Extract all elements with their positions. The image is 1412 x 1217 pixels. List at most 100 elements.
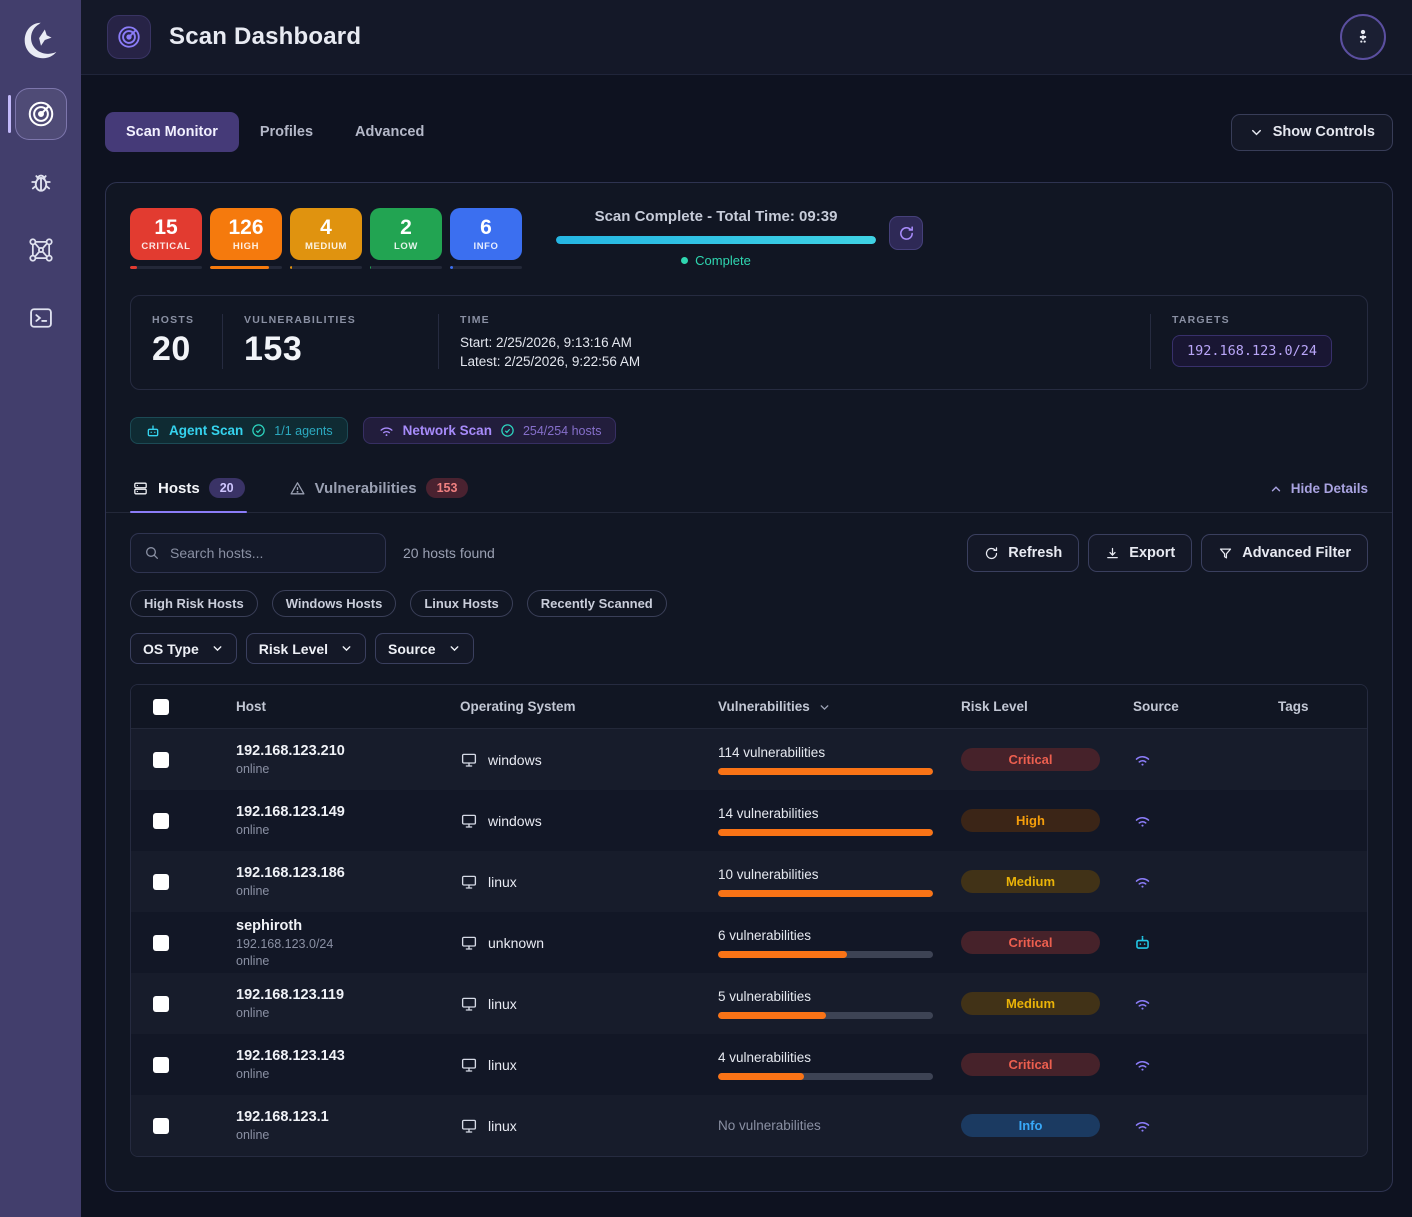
hosts-count: 20	[152, 330, 222, 369]
agent-scan-badge[interactable]: Agent Scan 1/1 agents	[130, 417, 348, 444]
monitor-icon	[460, 751, 478, 769]
download-icon	[1105, 546, 1120, 561]
row-checkbox[interactable]	[153, 813, 169, 829]
tab-vulnerabilities[interactable]: Vulnerabilities 153	[287, 468, 471, 512]
table-row[interactable]: 192.168.123.119 online linux 5 vulnerabi…	[131, 973, 1367, 1034]
filter-selects: OS Type Risk Level Source	[106, 617, 1392, 664]
host-status: online	[236, 1128, 460, 1142]
vuln-count-label: 5 vulnerabilities	[718, 989, 961, 1004]
severity-critical[interactable]: 15CRITICAL	[130, 208, 202, 269]
user-avatar[interactable]	[1340, 14, 1386, 60]
row-checkbox[interactable]	[153, 996, 169, 1012]
table-row[interactable]: 192.168.123.1 online linux No vulnerabil…	[131, 1095, 1367, 1156]
vuln-count-label: 14 vulnerabilities	[718, 806, 961, 821]
hide-details-button[interactable]: Hide Details	[1269, 481, 1368, 512]
sidebar-item-network[interactable]	[15, 224, 67, 276]
chip-windows-hosts[interactable]: Windows Hosts	[272, 590, 397, 617]
chip-linux-hosts[interactable]: Linux Hosts	[410, 590, 512, 617]
chevron-down-icon	[1249, 125, 1264, 140]
tab-hosts[interactable]: Hosts 20	[130, 468, 247, 512]
target-cidr-chip[interactable]: 192.168.123.0/24	[1172, 335, 1332, 367]
os-type-select[interactable]: OS Type	[130, 633, 237, 664]
severity-info[interactable]: 6INFO	[450, 208, 522, 269]
table-row[interactable]: 192.168.123.210 online windows 114 vulne…	[131, 729, 1367, 790]
warning-triangle-icon	[289, 480, 306, 497]
wifi-icon	[1133, 872, 1278, 891]
refresh-button[interactable]: Refresh	[967, 534, 1079, 572]
row-checkbox[interactable]	[153, 1118, 169, 1134]
vuln-bar	[718, 890, 933, 897]
scan-progress-track	[556, 236, 876, 244]
risk-badge: Medium	[961, 870, 1100, 893]
row-checkbox[interactable]	[153, 752, 169, 768]
vuln-bar	[718, 829, 933, 836]
vulnerabilities-count: 153	[244, 330, 438, 369]
scan-state: Complete	[556, 253, 876, 268]
host-name: 192.168.123.1	[236, 1109, 460, 1125]
wifi-icon	[1133, 750, 1278, 769]
advanced-filter-button[interactable]: Advanced Filter	[1201, 534, 1368, 572]
search-input[interactable]	[170, 545, 372, 561]
col-source[interactable]: Source	[1133, 699, 1278, 714]
severity-high-bar	[210, 266, 282, 269]
chip-high-risk-hosts[interactable]: High Risk Hosts	[130, 590, 258, 617]
severity-low[interactable]: 2LOW	[370, 208, 442, 269]
sidebar-item-scan[interactable]	[15, 88, 67, 140]
nav-tabs-row: Scan Monitor Profiles Advanced Show Cont…	[105, 112, 1393, 152]
host-status: online	[236, 884, 460, 898]
sidebar	[0, 0, 81, 1217]
row-checkbox[interactable]	[153, 874, 169, 890]
sidebar-item-terminal[interactable]	[15, 292, 67, 344]
severity-medium[interactable]: 4MEDIUM	[290, 208, 362, 269]
table-row[interactable]: 192.168.123.186 online linux 10 vulnerab…	[131, 851, 1367, 912]
wolf-logo-icon	[11, 10, 71, 72]
complete-dot-icon	[681, 257, 688, 264]
severity-critical-bar	[130, 266, 202, 269]
host-name: 192.168.123.210	[236, 743, 460, 759]
hosts-table: Host Operating System Vulnerabilities Ri…	[130, 684, 1368, 1157]
col-host[interactable]: Host	[236, 699, 460, 714]
row-checkbox[interactable]	[153, 935, 169, 951]
tab-advanced[interactable]: Advanced	[334, 112, 445, 152]
severity-high[interactable]: 126HIGH	[210, 208, 282, 269]
sidebar-item-bug[interactable]	[15, 156, 67, 208]
export-button[interactable]: Export	[1088, 534, 1192, 572]
hosts-count-badge: 20	[209, 478, 245, 498]
vuln-count-label: 4 vulnerabilities	[718, 1050, 961, 1065]
source-select[interactable]: Source	[375, 633, 473, 664]
col-tags[interactable]: Tags	[1278, 699, 1367, 714]
network-scan-badge[interactable]: Network Scan 254/254 hosts	[363, 417, 617, 444]
detail-tabs: Hosts 20 Vulnerabilities 153	[106, 468, 1392, 513]
host-subnet: 192.168.123.0/24	[236, 937, 460, 951]
chip-recently-scanned[interactable]: Recently Scanned	[527, 590, 667, 617]
tab-scan-monitor[interactable]: Scan Monitor	[105, 112, 239, 152]
host-status: online	[236, 762, 460, 776]
search-box	[130, 533, 386, 573]
col-operating-system[interactable]: Operating System	[460, 699, 718, 714]
content: Scan Monitor Profiles Advanced Show Cont…	[81, 75, 1412, 1217]
monitor-icon	[460, 873, 478, 891]
host-status: online	[236, 954, 460, 968]
risk-level-select[interactable]: Risk Level	[246, 633, 366, 664]
quick-filters: High Risk Hosts Windows Hosts Linux Host…	[106, 573, 1392, 617]
stat-time: TIME Start: 2/25/2026, 9:13:16 AM Latest…	[439, 314, 1151, 369]
os-label: linux	[488, 1057, 517, 1073]
agent-icon	[145, 423, 161, 439]
refresh-icon	[984, 546, 999, 561]
tab-profiles[interactable]: Profiles	[239, 112, 334, 152]
scan-refresh-button[interactable]	[889, 216, 923, 250]
risk-badge: Critical	[961, 1053, 1100, 1076]
row-checkbox[interactable]	[153, 1057, 169, 1073]
table-row[interactable]: 192.168.123.149 online windows 14 vulner…	[131, 790, 1367, 851]
scan-type-badges: Agent Scan 1/1 agents Network Scan	[130, 417, 1368, 444]
vuln-bar	[718, 768, 933, 775]
select-all-checkbox[interactable]	[153, 699, 169, 715]
main-area: Scan Dashboard Scan Monitor Profiles Adv…	[81, 0, 1412, 1217]
col-risk-level[interactable]: Risk Level	[961, 699, 1133, 714]
table-row[interactable]: 192.168.123.143 online linux 4 vulnerabi…	[131, 1034, 1367, 1095]
show-controls-button[interactable]: Show Controls	[1231, 114, 1393, 151]
table-row[interactable]: sephiroth 192.168.123.0/24 online unknow…	[131, 912, 1367, 973]
wifi-icon	[1133, 811, 1278, 830]
col-vulnerabilities[interactable]: Vulnerabilities	[718, 699, 961, 714]
vuln-bar	[718, 1073, 933, 1080]
